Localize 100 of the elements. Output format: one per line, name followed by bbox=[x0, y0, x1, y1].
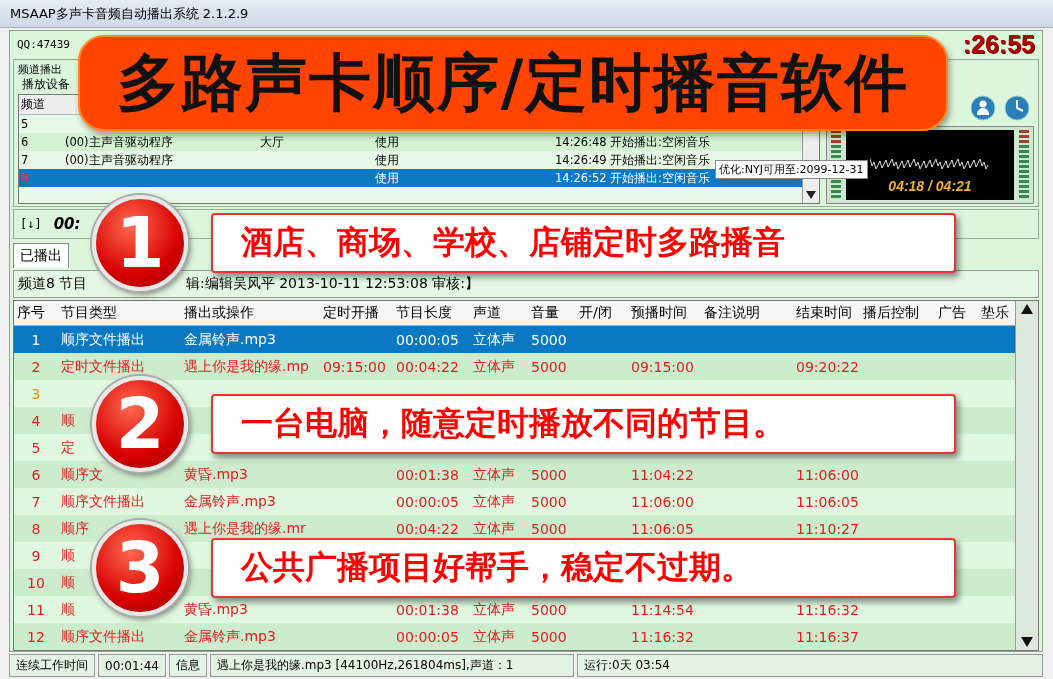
table-cell-text: 定 bbox=[60, 438, 76, 457]
headline-text: 多路声卡顺序/定时播音软件 bbox=[116, 45, 910, 121]
table-cell-text: 11:16:37 bbox=[795, 628, 860, 645]
table-cell-text: 开始播出:空闲音乐 bbox=[609, 134, 711, 150]
table-cell-text: 开始播出:空闲音乐 bbox=[609, 170, 711, 186]
table-cell-text: 金属铃声.mp3 bbox=[183, 627, 277, 646]
table-cell-text: 7 bbox=[30, 493, 42, 510]
status-text: 运行:0天 03:54 bbox=[576, 654, 1043, 677]
elapsed-time: 00: bbox=[53, 214, 81, 233]
table-cell-text: 立体声 bbox=[472, 330, 516, 349]
column-header: 垫乐 bbox=[980, 304, 1010, 322]
table-cell-text: 09:15:00 bbox=[630, 358, 695, 375]
table-cell-text: 14:26:49 bbox=[554, 153, 608, 167]
table-cell-text: 12 bbox=[26, 628, 46, 645]
table-cell-text: 5 bbox=[20, 117, 30, 131]
table-cell-text: 11:14:54 bbox=[630, 601, 695, 618]
column-header: 预播时间 bbox=[630, 304, 688, 322]
table-cell-text: 使用 bbox=[374, 134, 400, 150]
group-title: 频道播出 bbox=[18, 62, 63, 76]
table-cell-text: 立体声 bbox=[472, 519, 516, 538]
table-cell-text: 顺 bbox=[60, 600, 76, 619]
info-text: 辑:编辑吴风平 2013-10-11 12:53:08 审核:】 bbox=[186, 275, 480, 294]
table-cell-text: 5000 bbox=[530, 466, 568, 483]
table-cell-text: (00)主声音驱动程序 bbox=[64, 152, 174, 168]
table-cell-text: 3 bbox=[30, 385, 42, 402]
table-cell-text: 11:16:32 bbox=[630, 628, 695, 645]
table-cell-text: 立体声 bbox=[472, 465, 516, 484]
table-cell-text: 09:15:00 bbox=[322, 358, 387, 375]
table-cell-text: 11:06:00 bbox=[795, 466, 860, 483]
table-cell-text: 5000 bbox=[530, 358, 568, 375]
table-cell-text: 8 bbox=[20, 171, 30, 185]
tab[interactable]: 已播出 bbox=[13, 243, 69, 269]
table-cell-text: 6 bbox=[30, 466, 42, 483]
table-cell-text: 8 bbox=[30, 520, 42, 537]
column-header: 序号 bbox=[16, 304, 46, 322]
column-header: 备注说明 bbox=[703, 304, 761, 322]
callout-text: 一台电脑，随意定时播放不同的节目。 bbox=[241, 403, 785, 444]
table-cell-text: 5000 bbox=[530, 493, 568, 510]
status-text: 遇上你是我的缘.mp3 [44100Hz,261804ms],声道：1 bbox=[209, 654, 574, 677]
table-cell-text: 使用 bbox=[374, 152, 400, 168]
table-cell-text: 顺 bbox=[60, 573, 76, 592]
table-cell-text: 9 bbox=[30, 547, 42, 564]
table-cell-text: 5000 bbox=[530, 331, 568, 348]
table-cell-text: 7 bbox=[20, 153, 30, 167]
table-cell-text: 5000 bbox=[530, 628, 568, 645]
table-cell-text: 11 bbox=[26, 601, 46, 618]
clock-text: :26:55 bbox=[962, 29, 1035, 59]
column-header: 结束时间 bbox=[795, 304, 853, 322]
status-text: 连续工作时间 bbox=[9, 654, 95, 677]
table-cell-text: 金属铃声.mp3 bbox=[183, 330, 277, 349]
device-label: 播放设备 bbox=[21, 76, 71, 93]
table-cell-text: 立体声 bbox=[472, 357, 516, 376]
column-header: 频道 bbox=[20, 96, 46, 113]
table-cell-text: 顺序文件播出 bbox=[60, 492, 146, 511]
tooltip: 优化:NYJ可用至:2099-12-31 bbox=[715, 160, 868, 179]
column-header: 定时开播 bbox=[322, 304, 380, 322]
column-header: 声道 bbox=[472, 304, 502, 322]
table-cell-text: 顺序文件播出 bbox=[60, 627, 146, 646]
table-cell-text: 11:06:05 bbox=[630, 520, 695, 537]
table-cell-text: 11:06:05 bbox=[795, 493, 860, 510]
table-cell-text: 5 bbox=[30, 439, 42, 456]
table-cell-text: 开始播出:空闲音乐 bbox=[609, 152, 711, 168]
table-cell-text: 顺 bbox=[60, 546, 76, 565]
table-cell-text: 使用 bbox=[374, 170, 400, 186]
table-cell-text: 立体声 bbox=[472, 492, 516, 511]
table-cell-text: 14:26:52 bbox=[554, 171, 608, 185]
table-cell-text: 00:04:22 bbox=[395, 358, 460, 375]
status-text: 00:01:44 bbox=[98, 654, 166, 677]
table-cell-text: 00:00:05 bbox=[395, 628, 460, 645]
callout-text: 公共广播项目好帮手，稳定不过期。 bbox=[241, 547, 753, 588]
table-cell-text: 5000 bbox=[530, 520, 568, 537]
table-cell-text: 立体声 bbox=[472, 627, 516, 646]
table-cell-text: 金属铃声.mp3 bbox=[183, 492, 277, 511]
table-cell-text: 11:04:22 bbox=[630, 466, 695, 483]
table-cell-text: 立体声 bbox=[472, 600, 516, 619]
column-header: 播后控制 bbox=[862, 304, 920, 322]
table-cell-text: 顺序文件播出 bbox=[60, 330, 146, 349]
person-icon bbox=[970, 95, 996, 121]
table-cell-text: 00:01:38 bbox=[395, 466, 460, 483]
table-cell-text: 00:00:05 bbox=[395, 331, 460, 348]
status-text: 信息 bbox=[168, 654, 207, 677]
scroll-lock-text: [↓] bbox=[20, 216, 42, 231]
table-cell-text: 11:06:00 bbox=[630, 493, 695, 510]
table-cell-text: 14:26:48 bbox=[554, 135, 608, 149]
table-cell-text: 5000 bbox=[530, 601, 568, 618]
table-cell-text: 11:16:32 bbox=[795, 601, 860, 618]
callout-text: 酒店、商场、学校、店铺定时多路播音 bbox=[241, 222, 785, 263]
table-cell-text: 顺序 bbox=[60, 519, 90, 538]
table-cell-text: 顺 bbox=[60, 411, 76, 430]
level-meter-drawing bbox=[1018, 130, 1030, 200]
clock-icon bbox=[1004, 95, 1030, 121]
table-cell-text: 1 bbox=[30, 331, 42, 348]
table-cell-text: 定时文件播出 bbox=[60, 357, 146, 376]
column-header: 节目类型 bbox=[60, 304, 118, 322]
table-cell-text: 00:04:22 bbox=[395, 520, 460, 537]
table-cell-text: 4 bbox=[30, 412, 42, 429]
info-text: 频道8 节目 bbox=[17, 275, 89, 294]
column-header: 音量 bbox=[530, 304, 560, 322]
column-header: 开/闭 bbox=[578, 304, 613, 322]
window-title: MSAAP多声卡音频自动播出系统 2.1.2.9 bbox=[0, 0, 1053, 28]
